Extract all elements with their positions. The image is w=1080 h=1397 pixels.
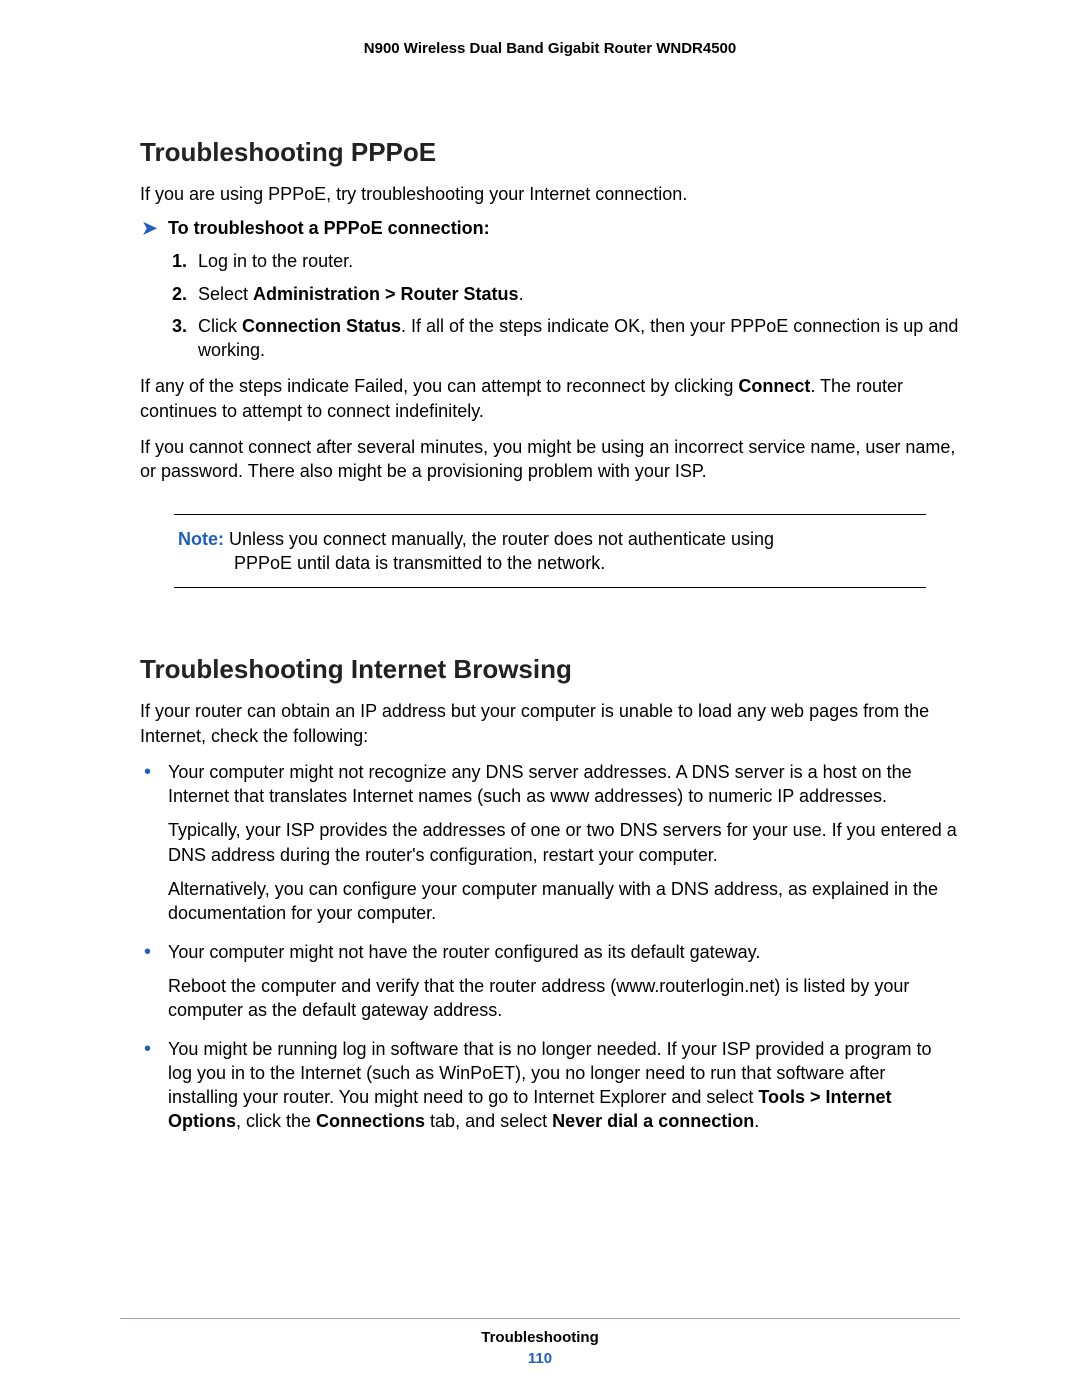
step-2-post: . <box>519 284 524 304</box>
bullet-2-line: Your computer might not have the router … <box>168 942 760 962</box>
para1-pre: If any of the steps indicate Failed, you… <box>140 376 738 396</box>
document-header: N900 Wireless Dual Band Gigabit Router W… <box>140 40 960 57</box>
para1-bold: Connect <box>738 376 810 396</box>
step-1-text: Log in to the router. <box>198 251 353 271</box>
bullet-1: Your computer might not recognize any DN… <box>168 760 960 926</box>
section-heading-pppoe: Troubleshooting PPPoE <box>140 137 960 168</box>
step-3-bold: Connection Status <box>242 316 401 336</box>
note-line2: PPPoE until data is transmitted to the n… <box>178 551 922 575</box>
bullet-3-bold3: Never dial a connection <box>552 1111 754 1131</box>
procedure-heading-text: To troubleshoot a PPPoE connection: <box>168 218 490 238</box>
bullet-1-para2: Alternatively, you can configure your co… <box>168 877 960 926</box>
step-2: Select Administration > Router Status. <box>192 282 960 306</box>
bullet-3-mid2: tab, and select <box>425 1111 552 1131</box>
bullet-list: Your computer might not recognize any DN… <box>140 760 960 1134</box>
intro-paragraph: If you are using PPPoE, try troubleshoot… <box>140 182 960 206</box>
bullet-2-para1: Reboot the computer and verify that the … <box>168 974 960 1023</box>
page-footer: Troubleshooting 110 <box>120 1318 960 1367</box>
section-heading-browsing: Troubleshooting Internet Browsing <box>140 654 960 685</box>
bullet-2: Your computer might not have the router … <box>168 940 960 1023</box>
arrow-icon: ➤ <box>142 218 157 240</box>
procedure-heading: ➤ To troubleshoot a PPPoE connection: <box>140 218 960 239</box>
bullet-3-mid1: , click the <box>236 1111 316 1131</box>
step-3-pre: Click <box>198 316 242 336</box>
step-2-bold: Administration > Router Status <box>253 284 519 304</box>
page: N900 Wireless Dual Band Gigabit Router W… <box>0 0 1080 1397</box>
bullet-3: You might be running log in software tha… <box>168 1037 960 1134</box>
bullet-1-line: Your computer might not recognize any DN… <box>168 762 912 806</box>
step-3: Click Connection Status. If all of the s… <box>192 314 960 363</box>
browsing-intro: If your router can obtain an IP address … <box>140 699 960 748</box>
bullet-3-post: . <box>754 1111 759 1131</box>
note-label: Note: <box>178 529 224 549</box>
bullet-1-para1: Typically, your ISP provides the address… <box>168 818 960 867</box>
steps-list: Log in to the router. Select Administrat… <box>140 249 960 362</box>
step-2-pre: Select <box>198 284 253 304</box>
cannot-connect-paragraph: If you cannot connect after several minu… <box>140 435 960 484</box>
failed-paragraph: If any of the steps indicate Failed, you… <box>140 374 960 423</box>
bullet-3-bold2: Connections <box>316 1111 425 1131</box>
note-box: Note: Unless you connect manually, the r… <box>174 514 926 589</box>
footer-page-number: 110 <box>120 1350 960 1367</box>
step-1: Log in to the router. <box>192 249 960 273</box>
footer-title: Troubleshooting <box>120 1329 960 1346</box>
note-line1: Unless you connect manually, the router … <box>224 529 774 549</box>
